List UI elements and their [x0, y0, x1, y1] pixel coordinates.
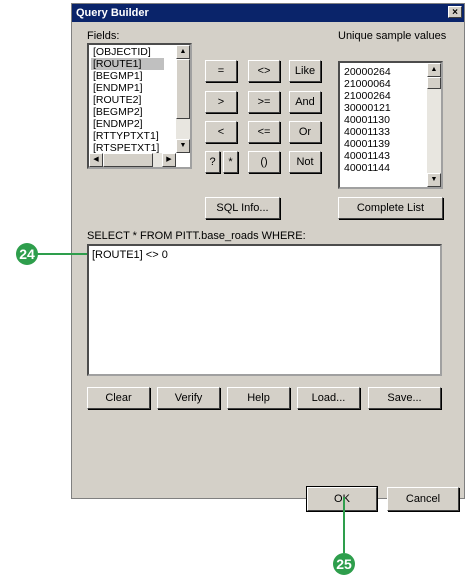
title-bar: Query Builder × — [72, 4, 464, 22]
verify-button[interactable]: Verify — [157, 387, 220, 409]
field-list-item[interactable]: [BEGMP1] — [91, 70, 164, 82]
question-wildcard-button[interactable]: ? — [205, 151, 220, 173]
unique-value-item[interactable]: 21000064 — [342, 78, 393, 90]
field-list-item[interactable]: [ENDMP1] — [91, 82, 164, 94]
query-expression-input[interactable]: [ROUTE1] <> 0 — [87, 244, 442, 376]
save-button[interactable]: Save... — [368, 387, 441, 409]
unique-value-item[interactable]: 40001130 — [342, 114, 393, 126]
greater-than-button[interactable]: > — [205, 91, 237, 113]
field-list-item[interactable]: [ENDMP2] — [91, 118, 164, 130]
fields-list[interactable]: [OBJECTID] [ROUTE1] [BEGMP1] [ENDMP1] [ROUTE… — [87, 43, 192, 169]
sql-info-button[interactable]: SQL Info... — [205, 197, 280, 219]
clear-button[interactable]: Clear — [87, 387, 150, 409]
complete-list-button[interactable]: Complete List — [338, 197, 443, 219]
field-list-item[interactable]: [BEGMP2] — [91, 106, 164, 118]
callout-24-line — [37, 253, 87, 255]
scroll-down-icon[interactable]: ▼ — [176, 139, 190, 153]
asterisk-wildcard-button[interactable]: * — [223, 151, 238, 173]
field-list-item[interactable]: [RTTYPTXT1] — [91, 130, 164, 142]
ok-button[interactable]: OK — [306, 486, 378, 512]
help-button[interactable]: Help — [227, 387, 290, 409]
field-list-item[interactable]: [ROUTE1] — [91, 58, 165, 70]
unique-value-item[interactable]: 40001139 — [342, 138, 393, 150]
scroll-up-icon[interactable]: ▲ — [427, 63, 441, 77]
unique-value-item[interactable]: 40001133 — [342, 126, 393, 138]
callout-24: 24 — [16, 243, 38, 265]
callout-25-line — [343, 497, 345, 553]
unique-values-label: Unique sample values — [338, 30, 447, 42]
field-list-item[interactable]: [ROUTE2] — [91, 94, 164, 106]
query-header: SELECT * FROM PITT.base_roads WHERE: — [87, 230, 306, 242]
scroll-left-icon[interactable]: ◀ — [89, 153, 103, 167]
equals-button[interactable]: = — [205, 60, 237, 82]
unique-values-list[interactable]: 20000264 21000064 21000264 30000121 40001130… — [338, 61, 443, 189]
callout-25: 25 — [333, 553, 355, 575]
parentheses-button[interactable]: () — [248, 151, 280, 173]
not-equal-button[interactable]: <> — [248, 60, 280, 82]
less-equal-button[interactable]: <= — [248, 121, 280, 143]
scroll-up-icon[interactable]: ▲ — [176, 45, 190, 59]
query-builder-dialog: Query Builder × Fields: [OBJECTID] [ROUTE… — [71, 3, 465, 512]
scroll-thumb-horizontal[interactable] — [103, 153, 153, 167]
less-than-button[interactable]: < — [205, 121, 237, 143]
close-button[interactable]: × — [448, 6, 462, 18]
field-list-item[interactable]: [OBJECTID] — [91, 46, 164, 58]
unique-value-item[interactable]: 20000264 — [342, 66, 393, 78]
query-expression-text: [ROUTE1] <> 0 — [92, 249, 168, 261]
scroll-down-icon[interactable]: ▼ — [427, 173, 441, 187]
load-button[interactable]: Load... — [297, 387, 360, 409]
scroll-right-icon[interactable]: ▶ — [162, 153, 176, 167]
dialog-title: Query Builder — [76, 7, 149, 19]
fields-vertical-scrollbar[interactable]: ▲ ▼ — [176, 45, 190, 153]
and-button[interactable]: And — [289, 91, 321, 113]
fields-horizontal-scrollbar[interactable]: ◀ ▶ — [89, 153, 176, 167]
or-button[interactable]: Or — [289, 121, 321, 143]
unique-value-item[interactable]: 40001144 — [342, 162, 393, 174]
like-button[interactable]: Like — [289, 60, 321, 82]
cancel-button[interactable]: Cancel — [387, 487, 459, 511]
unique-value-item[interactable]: 30000121 — [342, 102, 393, 114]
scroll-thumb[interactable] — [427, 77, 441, 89]
fields-label: Fields: — [87, 30, 120, 42]
unique-value-item[interactable]: 40001143 — [342, 150, 393, 162]
unique-value-item[interactable]: 21000264 — [342, 90, 393, 102]
greater-equal-button[interactable]: >= — [248, 91, 280, 113]
not-button[interactable]: Not — [289, 151, 321, 173]
unique-vertical-scrollbar[interactable]: ▲ ▼ — [427, 63, 441, 187]
scroll-thumb[interactable] — [176, 59, 190, 119]
